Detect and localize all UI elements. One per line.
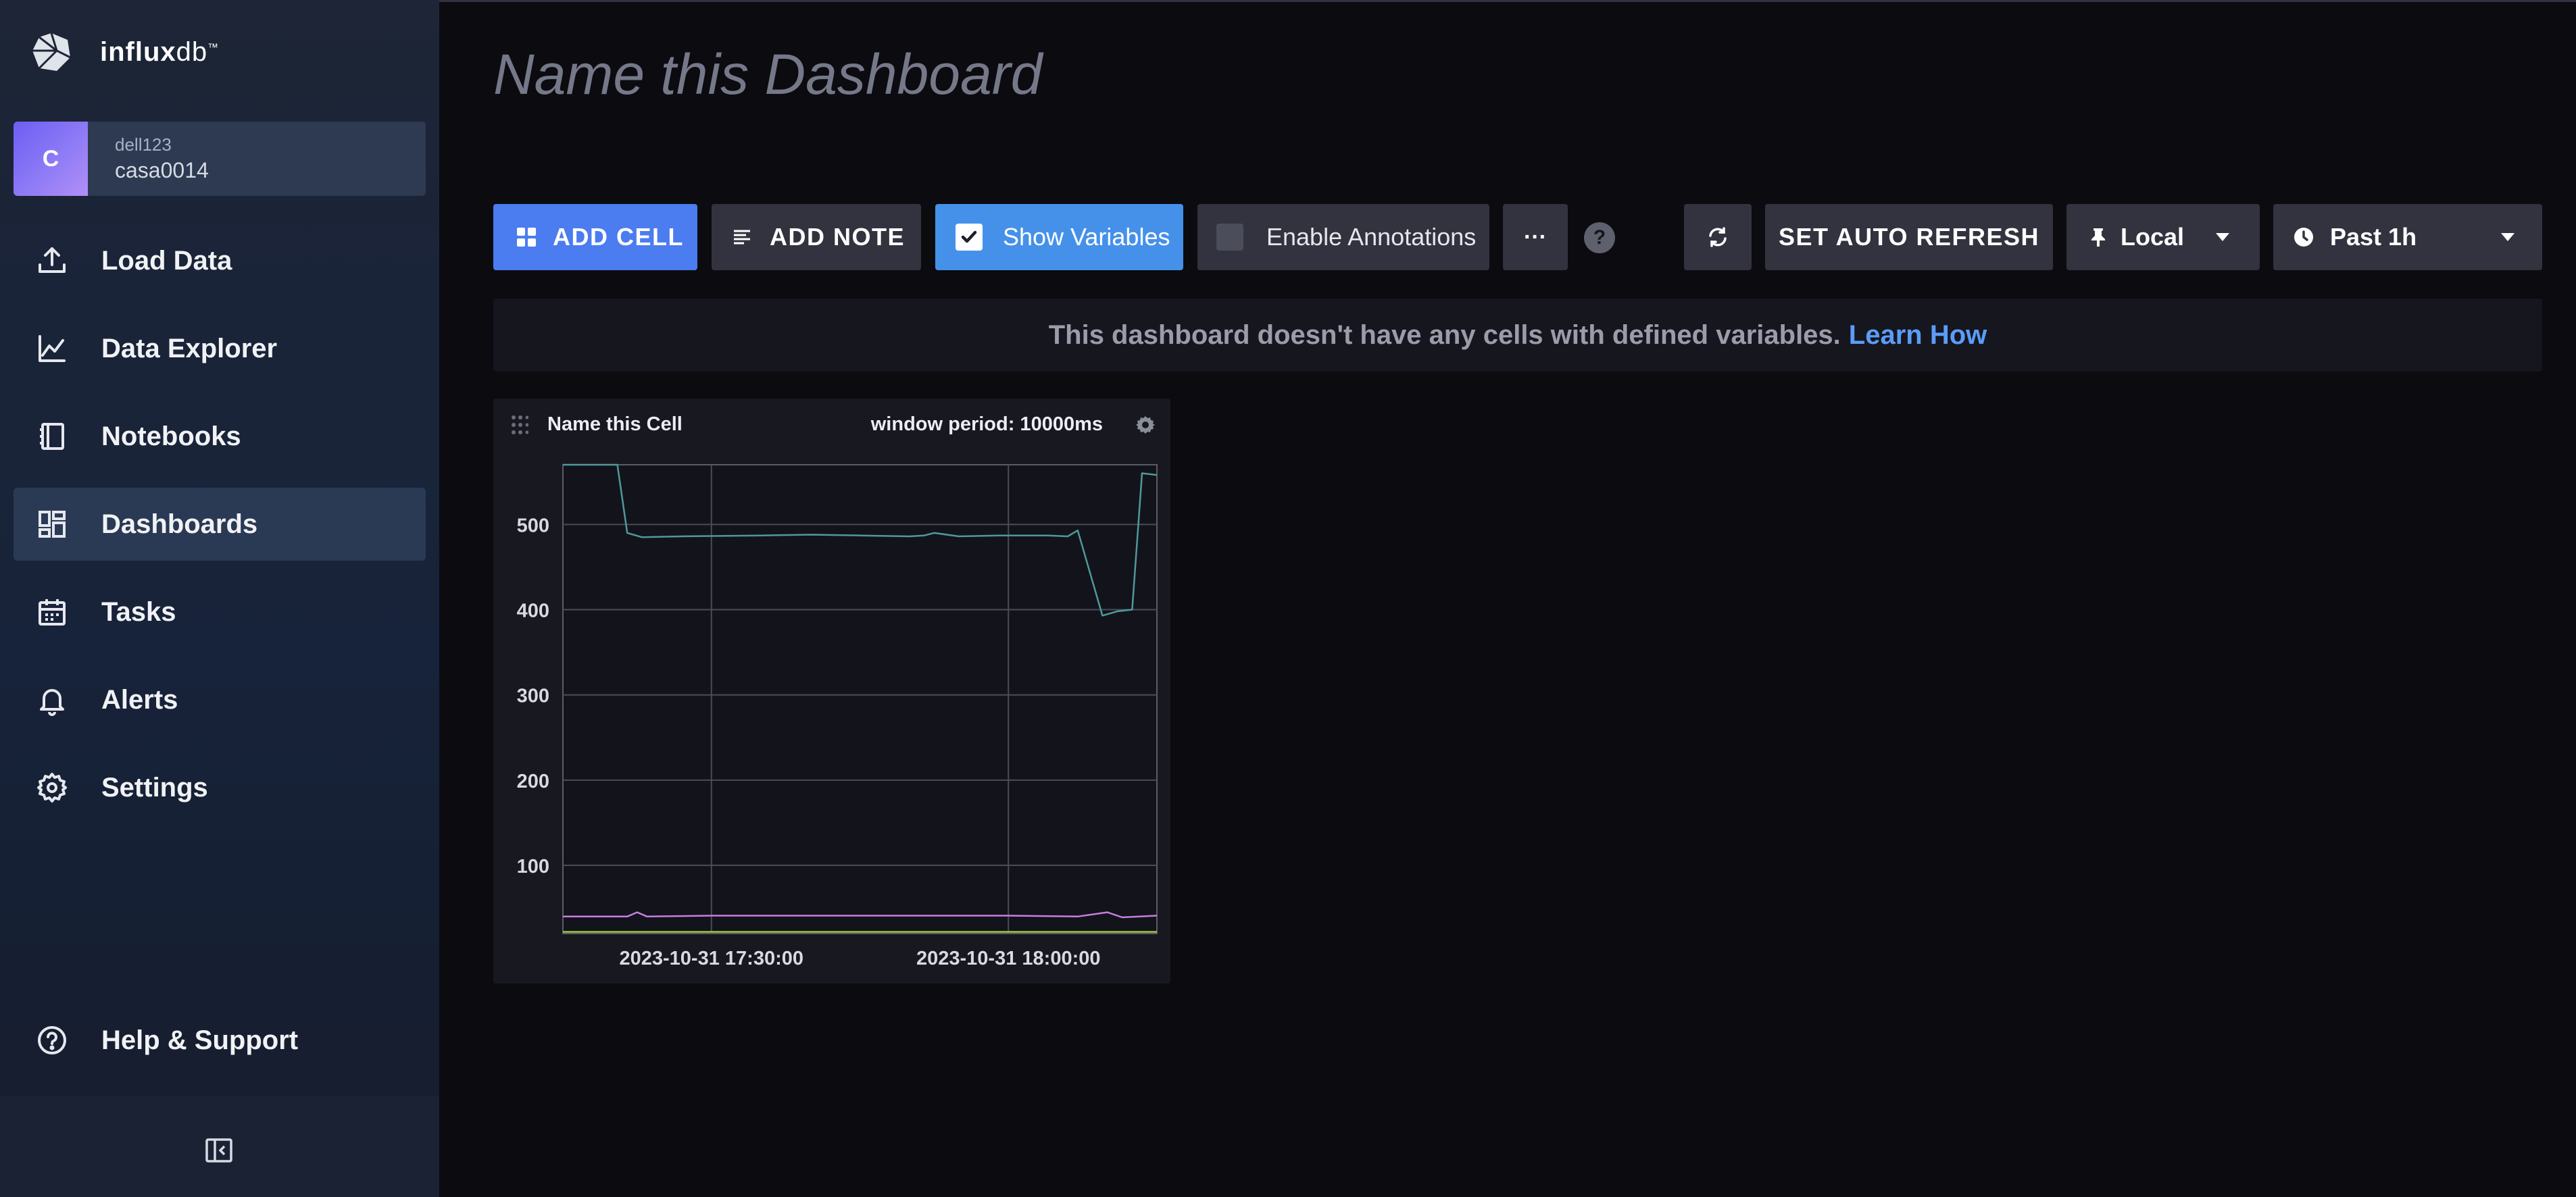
graph-icon: [34, 330, 70, 367]
grid-icon: [516, 227, 537, 247]
learn-how-link[interactable]: Learn How: [1849, 320, 1987, 351]
caret-down-icon: [2215, 232, 2230, 242]
sidebar: influxdb™ C dell123 casa0014 Load Data D…: [0, 0, 439, 1197]
nav-item-load-data[interactable]: Load Data: [14, 224, 426, 297]
x-tick-label: 2023-10-31 18:00:00: [916, 948, 1100, 969]
refresh-button[interactable]: [1684, 204, 1752, 270]
show-variables-label: Show Variables: [1003, 223, 1170, 251]
nav-label: Dashboards: [101, 509, 258, 539]
nav-item-data-explorer[interactable]: Data Explorer: [14, 312, 426, 385]
bell-icon: [34, 682, 70, 718]
y-tick-label: 200: [517, 771, 549, 792]
set-auto-refresh-button[interactable]: SET AUTO REFRESH: [1765, 204, 2053, 270]
x-tick-label: 2023-10-31 17:30:00: [620, 948, 803, 969]
add-cell-button[interactable]: ADD CELL: [493, 204, 697, 270]
checkbox-unchecked-icon: [1216, 224, 1243, 251]
more-options-button[interactable]: ···: [1503, 204, 1568, 270]
nav-item-notebooks[interactable]: Notebooks: [14, 400, 426, 473]
help-icon[interactable]: ?: [1584, 222, 1615, 253]
org-name: casa0014: [115, 158, 209, 182]
clock-icon: [2294, 227, 2314, 247]
gear-icon: [34, 769, 70, 806]
calendar-icon: [34, 594, 70, 630]
nav-item-help[interactable]: Help & Support: [14, 1004, 426, 1077]
time-range-label: Past 1h: [2330, 223, 2417, 251]
add-cell-label: ADD CELL: [553, 223, 684, 251]
variables-notice: This dashboard doesn't have any cells wi…: [493, 299, 2542, 372]
dashboard-title[interactable]: Name this Dashboard: [493, 42, 1042, 107]
enable-annotations-toggle[interactable]: Enable Annotations: [1197, 204, 1489, 270]
nav-label: Tasks: [101, 596, 176, 627]
checkbox-checked-icon: [956, 224, 983, 251]
refresh-icon: [1709, 227, 1727, 247]
nav-label: Alerts: [101, 684, 178, 715]
dashboard-icon: [34, 506, 70, 542]
nav-label: Help & Support: [101, 1025, 299, 1055]
brand[interactable]: influxdb™: [30, 30, 219, 74]
influxdb-logo-icon: [32, 32, 71, 71]
pin-icon: [2089, 227, 2107, 247]
time-range-dropdown[interactable]: Past 1h: [2273, 204, 2542, 270]
help-circle-icon: [34, 1022, 70, 1059]
add-note-label: ADD NOTE: [770, 223, 905, 251]
dashboard-cell: Name this Cell window period: 10000ms 10…: [493, 399, 1170, 984]
org-avatar: C: [14, 122, 88, 196]
ellipsis-icon: ···: [1524, 224, 1547, 250]
y-tick-label: 500: [517, 515, 549, 536]
nav-item-dashboards[interactable]: Dashboards: [14, 488, 426, 561]
add-note-button[interactable]: ADD NOTE: [712, 204, 921, 270]
y-tick-label: 300: [517, 686, 549, 707]
nav-label: Notebooks: [101, 421, 241, 451]
nav-label: Data Explorer: [101, 333, 278, 363]
show-variables-toggle[interactable]: Show Variables: [935, 204, 1183, 270]
nav-item-tasks[interactable]: Tasks: [14, 576, 426, 648]
brand-name: influxdb™: [100, 36, 220, 67]
timezone-dropdown[interactable]: Local: [2066, 204, 2260, 270]
y-tick-label: 100: [517, 856, 549, 877]
upload-icon: [34, 243, 70, 279]
timezone-label: Local: [2121, 223, 2185, 251]
nav-label: Settings: [101, 772, 208, 803]
enable-annotations-label: Enable Annotations: [1266, 223, 1477, 251]
notice-text: This dashboard doesn't have any cells wi…: [1048, 320, 1841, 350]
notebook-icon: [34, 418, 70, 455]
text-lines-icon: [732, 227, 752, 247]
org-user: dell123: [115, 134, 172, 155]
auto-refresh-label: SET AUTO REFRESH: [1778, 223, 2040, 251]
line-chart: 100 200 300 400 500 2023-10-31 17:30:00 2023-1…: [517, 463, 1158, 969]
org-switcher[interactable]: C dell123 casa0014: [14, 122, 426, 196]
nav-label: Load Data: [101, 245, 232, 276]
nav-item-settings[interactable]: Settings: [14, 751, 426, 824]
collapse-sidebar-icon[interactable]: [205, 1138, 233, 1163]
caret-down-icon: [2500, 232, 2515, 242]
y-tick-label: 400: [517, 601, 549, 622]
nav-item-alerts[interactable]: Alerts: [14, 663, 426, 736]
